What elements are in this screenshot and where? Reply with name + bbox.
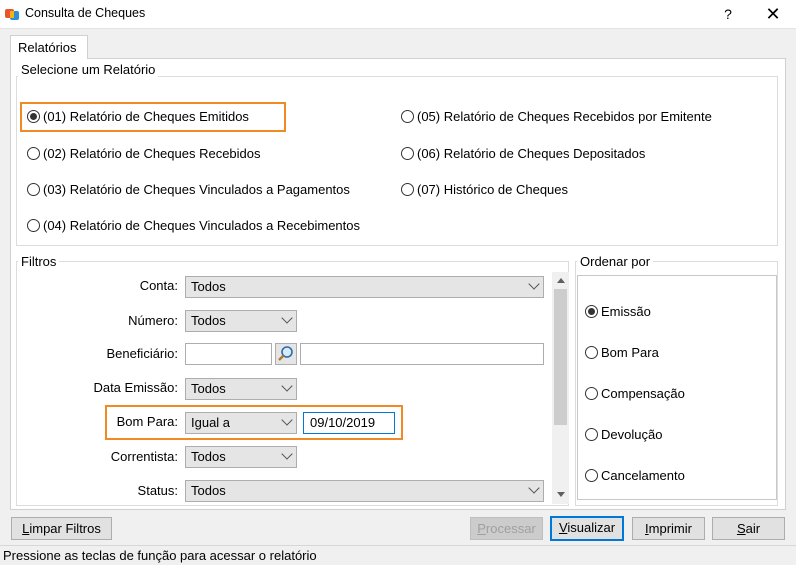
numero-label: Número: — [128, 313, 178, 328]
chevron-down-icon — [281, 414, 293, 426]
status-select[interactable]: Todos — [185, 480, 544, 502]
radio-checked-icon — [27, 110, 40, 123]
window-title: Consulta de Cheques — [25, 6, 146, 20]
report-option-01[interactable]: (01) Relatório de Cheques Emitidos — [27, 109, 249, 124]
bom-para-label: Bom Para: — [116, 414, 178, 429]
tab-label: Relatórios — [18, 40, 77, 55]
report-option-07[interactable]: (07) Histórico de Cheques — [401, 182, 568, 197]
radio-icon — [27, 219, 40, 232]
sair-button[interactable]: Sair — [712, 517, 785, 540]
order-option-compensacao[interactable]: Compensação — [585, 386, 685, 401]
status-text: Pressione as teclas de função para acess… — [3, 548, 317, 563]
order-option-emissao[interactable]: Emissão — [585, 304, 651, 319]
search-icon — [278, 346, 293, 361]
radio-icon — [401, 147, 414, 160]
filters-legend: Filtros — [18, 254, 60, 269]
beneficiario-label: Beneficiário: — [106, 346, 178, 361]
radio-icon — [27, 147, 40, 160]
radio-icon — [585, 346, 598, 359]
visualizar-button[interactable]: Visualizar — [550, 516, 624, 541]
report-option-06[interactable]: (06) Relatório de Cheques Depositados — [401, 146, 645, 161]
app-icon — [5, 9, 19, 20]
limpar-filtros-button[interactable]: Limpar Filtros — [11, 517, 112, 540]
imprimir-button[interactable]: Imprimir — [632, 517, 705, 540]
scrollbar-thumb[interactable] — [554, 289, 567, 425]
conta-select[interactable]: Todos — [185, 276, 544, 298]
data-emissao-label: Data Emissão: — [93, 380, 178, 395]
processar-button[interactable]: Processar — [470, 517, 543, 540]
chevron-down-icon — [528, 278, 540, 290]
report-option-05[interactable]: (05) Relatório de Cheques Recebidos por … — [401, 109, 712, 124]
report-option-03[interactable]: (03) Relatório de Cheques Vinculados a P… — [27, 182, 350, 197]
tab-relatorios[interactable]: Relatórios — [10, 35, 88, 59]
report-option-04[interactable]: (04) Relatório de Cheques Vinculados a R… — [27, 218, 360, 233]
order-option-bom-para[interactable]: Bom Para — [585, 345, 659, 360]
report-option-02[interactable]: (02) Relatório de Cheques Recebidos — [27, 146, 261, 161]
order-group-legend: Ordenar por — [577, 254, 654, 269]
chevron-down-icon — [528, 482, 540, 494]
bom-para-select[interactable]: Igual a — [185, 412, 297, 434]
correntista-label: Correntista: — [110, 449, 178, 464]
radio-icon — [27, 183, 40, 196]
correntista-select[interactable]: Todos — [185, 446, 297, 468]
status-bar: Pressione as teclas de função para acess… — [0, 545, 796, 565]
help-button[interactable]: ? — [715, 2, 741, 26]
beneficiario-name-input[interactable] — [300, 343, 544, 365]
beneficiario-code-input[interactable] — [185, 343, 272, 365]
radio-icon — [585, 387, 598, 400]
chevron-down-icon — [281, 380, 293, 392]
radio-icon — [585, 428, 598, 441]
bom-para-date-input[interactable]: 09/10/2019 — [303, 412, 395, 434]
order-option-cancelamento[interactable]: Cancelamento — [585, 468, 685, 483]
chevron-down-icon — [281, 448, 293, 460]
radio-icon — [585, 469, 598, 482]
report-group-legend: Selecione um Relatório — [18, 62, 159, 77]
chevron-down-icon — [281, 312, 293, 324]
data-emissao-select[interactable]: Todos — [185, 378, 297, 400]
close-button[interactable]: ✕ — [760, 2, 786, 26]
radio-checked-icon — [585, 305, 598, 318]
beneficiario-search-button[interactable] — [275, 343, 297, 365]
scroll-up-icon[interactable] — [557, 278, 565, 283]
title-bar: Consulta de Cheques ? ✕ — [0, 0, 796, 29]
radio-icon — [401, 183, 414, 196]
radio-icon — [401, 110, 414, 123]
status-label: Status: — [137, 483, 178, 498]
scroll-down-icon[interactable] — [557, 492, 565, 497]
order-option-devolucao[interactable]: Devolução — [585, 427, 662, 442]
numero-select[interactable]: Todos — [185, 310, 297, 332]
conta-label: Conta: — [139, 278, 178, 293]
